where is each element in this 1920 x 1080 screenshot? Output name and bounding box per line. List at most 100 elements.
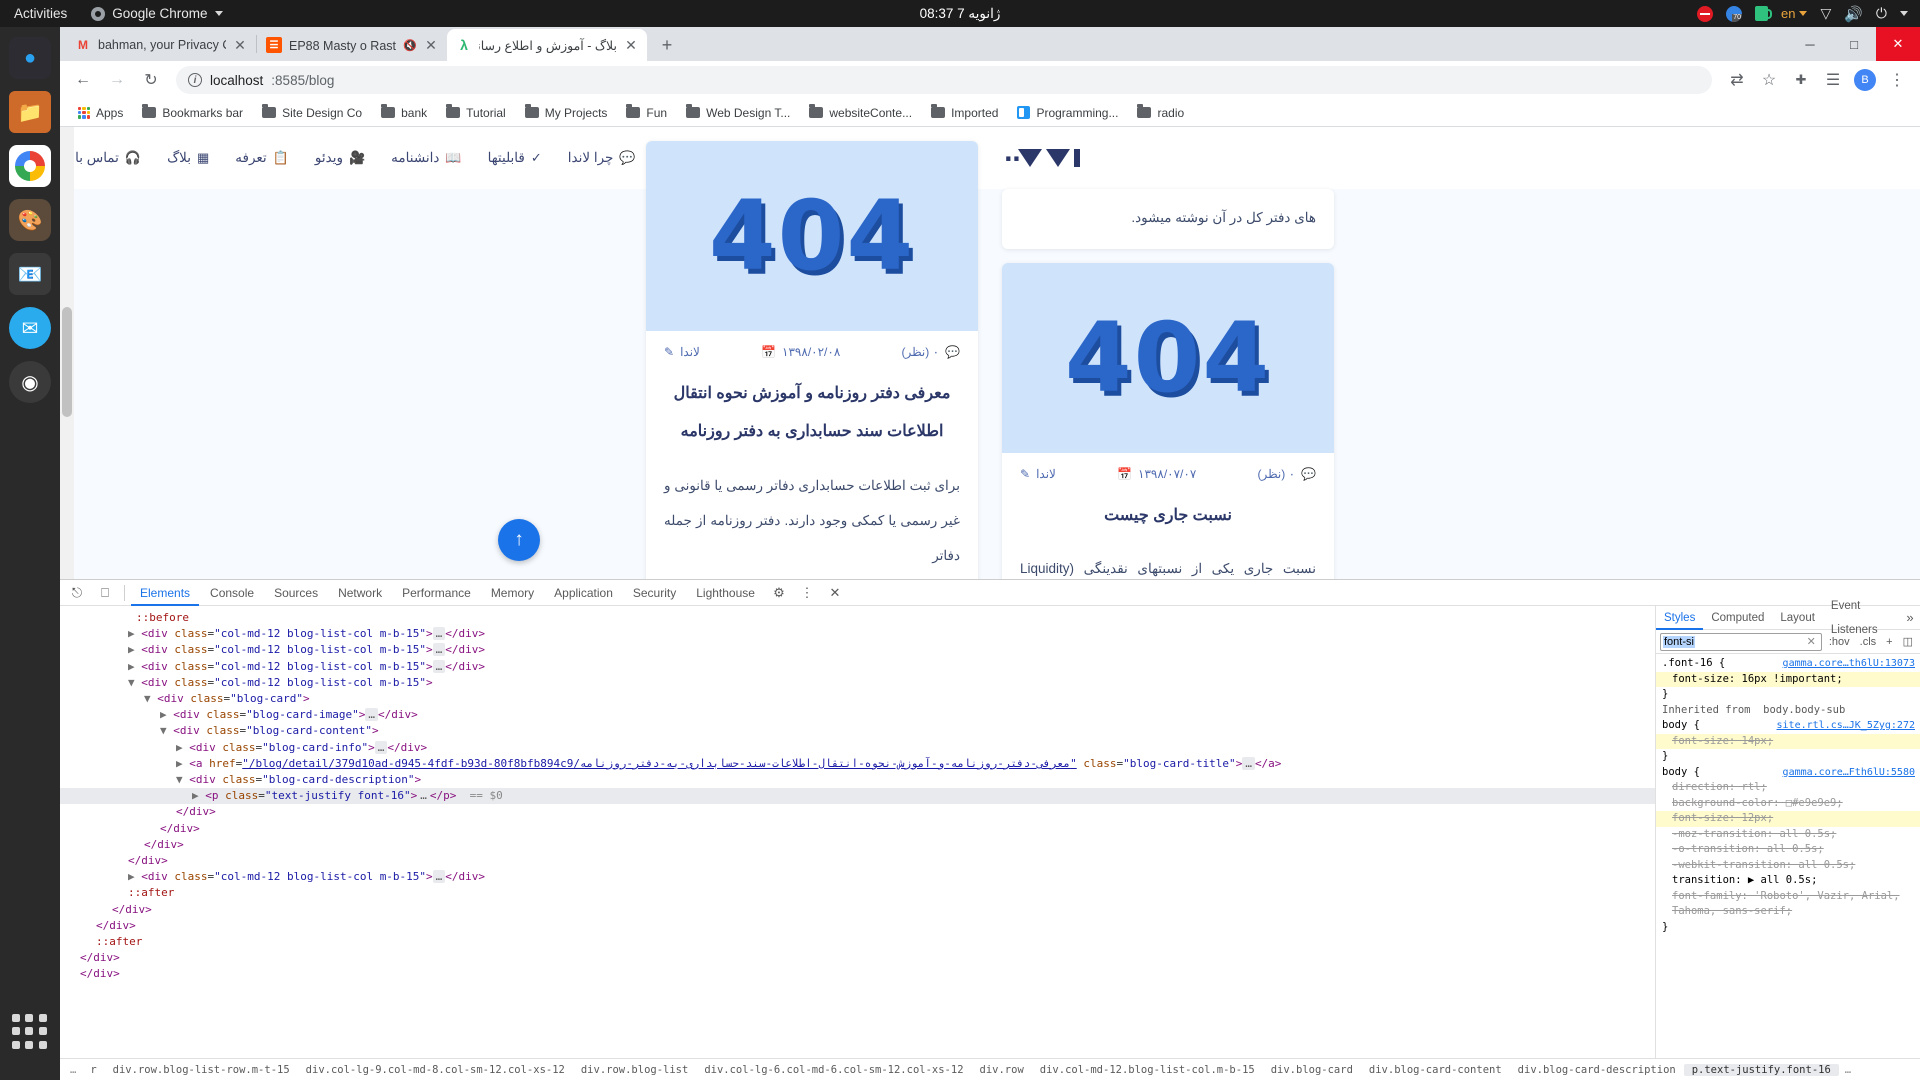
clear-filter-icon[interactable]: ✕ [1804,635,1819,648]
new-style-rule-button[interactable]: + [1883,636,1895,648]
style-declaration[interactable]: direction: rtl; [1656,780,1920,796]
battery-icon[interactable]: ⏻ [1876,5,1887,22]
nav-item-video[interactable]: 🎥 ویدئو [315,150,365,166]
new-tab-button[interactable]: + [653,31,681,59]
page-scrollbar[interactable] [60,127,74,579]
sidebar-tab-styles[interactable]: Styles [1656,606,1703,630]
close-tab-icon[interactable]: ✕ [424,37,438,54]
dom-tree-line[interactable]: ::before [60,610,1655,626]
reload-icon[interactable]: ↻ [136,65,166,95]
bookmark-web-design-t[interactable]: Web Design T... [678,103,798,123]
system-menu-chevron-icon[interactable] [1900,11,1908,16]
styles-rules-list[interactable]: .font-16 {gamma.core…th6lU:13073 font-siz… [1656,654,1920,1058]
nav-item-blog[interactable]: ▦ بلاگ [167,150,209,166]
dock-item-gimp[interactable]: 🎨 [9,199,51,241]
scroll-to-top-button[interactable]: ↑ [498,519,540,561]
breadcrumb-item[interactable]: div.col-lg-9.col-md-8.col-sm-12.col-xs-1… [298,1064,573,1076]
dom-tree-line[interactable]: ▶ <div class="col-md-12 blog-list-col m-… [60,642,1655,658]
page-scrollbar-thumb[interactable] [62,307,72,417]
breadcrumb-item[interactable]: div.col-md-12.blog-list-col.m-b-15 [1032,1064,1263,1076]
styles-filter-input[interactable]: font-si ✕ [1660,632,1822,651]
browser-tab-3[interactable]: λ بلاگ - آموزش و اطلاع رسانی ✕ [447,29,647,61]
devtools-tab-performance[interactable]: Performance [393,580,480,606]
bookmark-tutorial[interactable]: Tutorial [438,103,514,123]
bookmark-website-conte[interactable]: websiteConte... [801,103,920,123]
translate-icon[interactable]: ⇄ [1722,65,1752,95]
do-not-disturb-icon[interactable] [1696,5,1713,22]
dom-tree-line[interactable]: ▶ <div class="blog-card-info">… </div> [60,740,1655,756]
breadcrumb-overflow[interactable]: … [64,1064,82,1076]
address-bar[interactable]: i localhost:8585/blog [176,66,1712,94]
sidebar-tab-computed[interactable]: Computed [1703,606,1772,630]
style-rule-selector[interactable]: body {site.rtl.cs…JK_5Zyg:272 [1656,718,1920,734]
breadcrumb-overflow[interactable]: … [1839,1064,1857,1076]
hover-state-toggle[interactable]: :hov [1826,636,1853,648]
style-rule-source-link[interactable]: site.rtl.cs…JK_5Zyg:272 [1777,718,1920,734]
blog-card-title[interactable]: معرفی دفتر روزنامه و آموزش نحوه انتقال ا… [646,365,978,458]
breadcrumb-item[interactable]: r [82,1064,104,1076]
nav-item-pricing[interactable]: 📋 تعرفه [235,150,289,166]
dom-tree-line[interactable]: </div> [60,837,1655,853]
style-rule-source-link[interactable]: gamma.core…Fth6lU:5580 [1783,765,1920,781]
bookmark-bookmarks-bar[interactable]: Bookmarks bar [134,103,251,123]
dom-tree-line[interactable]: ▼ <div class="blog-card-description"> [60,772,1655,788]
nav-item-why-landa[interactable]: 💬 چرا لاندا [568,150,636,166]
breadcrumb-item[interactable]: div.col-lg-6.col-md-6.col-sm-12.col-xs-1… [696,1064,971,1076]
blog-card-title[interactable]: نسبت جاری چیست [1002,487,1334,541]
close-tab-icon[interactable]: ✕ [624,37,638,54]
show-applications-button[interactable] [12,1014,48,1050]
style-declaration[interactable]: font-size: 12px; [1656,811,1920,827]
dock-item-files[interactable]: 📁 [9,91,51,133]
dock-item-disk[interactable]: ◉ [9,361,51,403]
dom-tree-line[interactable]: ▶ <div class="blog-card-image">… </div> [60,707,1655,723]
dock-item-chrome[interactable] [9,145,51,187]
style-declaration[interactable]: transition: ▶ all 0.5s; [1656,873,1920,889]
volume-icon[interactable]: 🔊 [1844,5,1863,23]
style-declaration[interactable]: font-size: 16px !important; [1656,671,1920,687]
device-toolbar-icon[interactable]: ⎕ [92,582,118,604]
download-progress-icon[interactable] [1725,5,1742,22]
inspect-element-icon[interactable]: ⎋ [64,582,90,604]
bookmark-programming[interactable]: Programming... [1009,103,1126,123]
dom-tree-line[interactable]: </div> [60,821,1655,837]
dom-tree-line[interactable]: </div> [60,804,1655,820]
style-rule-selector[interactable]: body {gamma.core…Fth6lU:5580 [1656,765,1920,781]
class-editor-toggle[interactable]: .cls [1857,636,1880,648]
bookmark-radio[interactable]: radio [1129,103,1192,123]
dom-tree-line[interactable]: ▶ <div class="col-md-12 blog-list-col m-… [60,626,1655,642]
breadcrumb-item[interactable]: div.row [972,1064,1032,1076]
dom-tree-line[interactable]: ::after [60,934,1655,950]
bookmark-fun[interactable]: Fun [618,103,675,123]
bookmark-star-icon[interactable]: ☆ [1754,65,1784,95]
bookmark-bank[interactable]: bank [373,103,435,123]
more-vertical-icon[interactable]: ⋮ [794,582,820,604]
blog-card-partial[interactable]: های دفتر کل در آن نوشته میشود. [1002,189,1334,249]
style-declaration[interactable]: Tahoma, sans-serif; [1656,904,1920,920]
sidebar-more-tabs-icon[interactable]: » [1900,607,1920,629]
dock-item-vscode[interactable]: ● [9,37,51,79]
app-menu-chrome[interactable]: Google Chrome [91,6,223,21]
bookmark-imported[interactable]: Imported [923,103,1006,123]
bookmark-apps[interactable]: Apps [70,103,131,123]
dom-tree-line[interactable]: </div> [60,902,1655,918]
dom-tree-line[interactable]: ::after [60,885,1655,901]
dom-tree-line[interactable]: ▶ <div class="col-md-12 blog-list-col m-… [60,659,1655,675]
keyboard-layout-indicator[interactable]: en [1781,6,1808,21]
forward-icon[interactable]: → [102,65,132,95]
close-tab-icon[interactable]: ✕ [233,37,247,54]
tab-audio-muted-icon[interactable]: 🔇 [403,39,417,52]
blog-card[interactable]: 404 💬 ۰ (نظر) ۱۳۹۸/۰۷/۰۷ 📅 لاندا ✎ نسبت جار… [1002,262,1334,579]
site-logo[interactable]: λ ⋅⋅ [960,143,1092,173]
style-rule-source-link[interactable]: gamma.core…th6lU:13073 [1783,656,1920,672]
bookmark-my-projects[interactable]: My Projects [517,103,616,123]
blog-card[interactable]: 404 💬 ۰ (نظر) ۱۳۹۸/۰۲/۰۸ 📅 لاندا ✎ معرفی دف… [646,141,978,579]
site-info-icon[interactable]: i [188,73,202,87]
breadcrumb-item[interactable]: div.blog-card-content [1361,1064,1510,1076]
devtools-tab-network[interactable]: Network [329,580,391,606]
breadcrumb-item[interactable]: div.row.blog-list-row.m-t-15 [105,1064,298,1076]
sidebar-tab-layout[interactable]: Layout [1772,606,1823,630]
settings-gear-icon[interactable]: ⚙ [766,582,792,604]
style-declaration[interactable]: font-family: 'Roboto', Vazir, Arial, [1656,889,1920,905]
dom-tree-line[interactable]: ▼ <div class="blog-card"> [60,691,1655,707]
dom-tree-line[interactable]: </div> [60,918,1655,934]
